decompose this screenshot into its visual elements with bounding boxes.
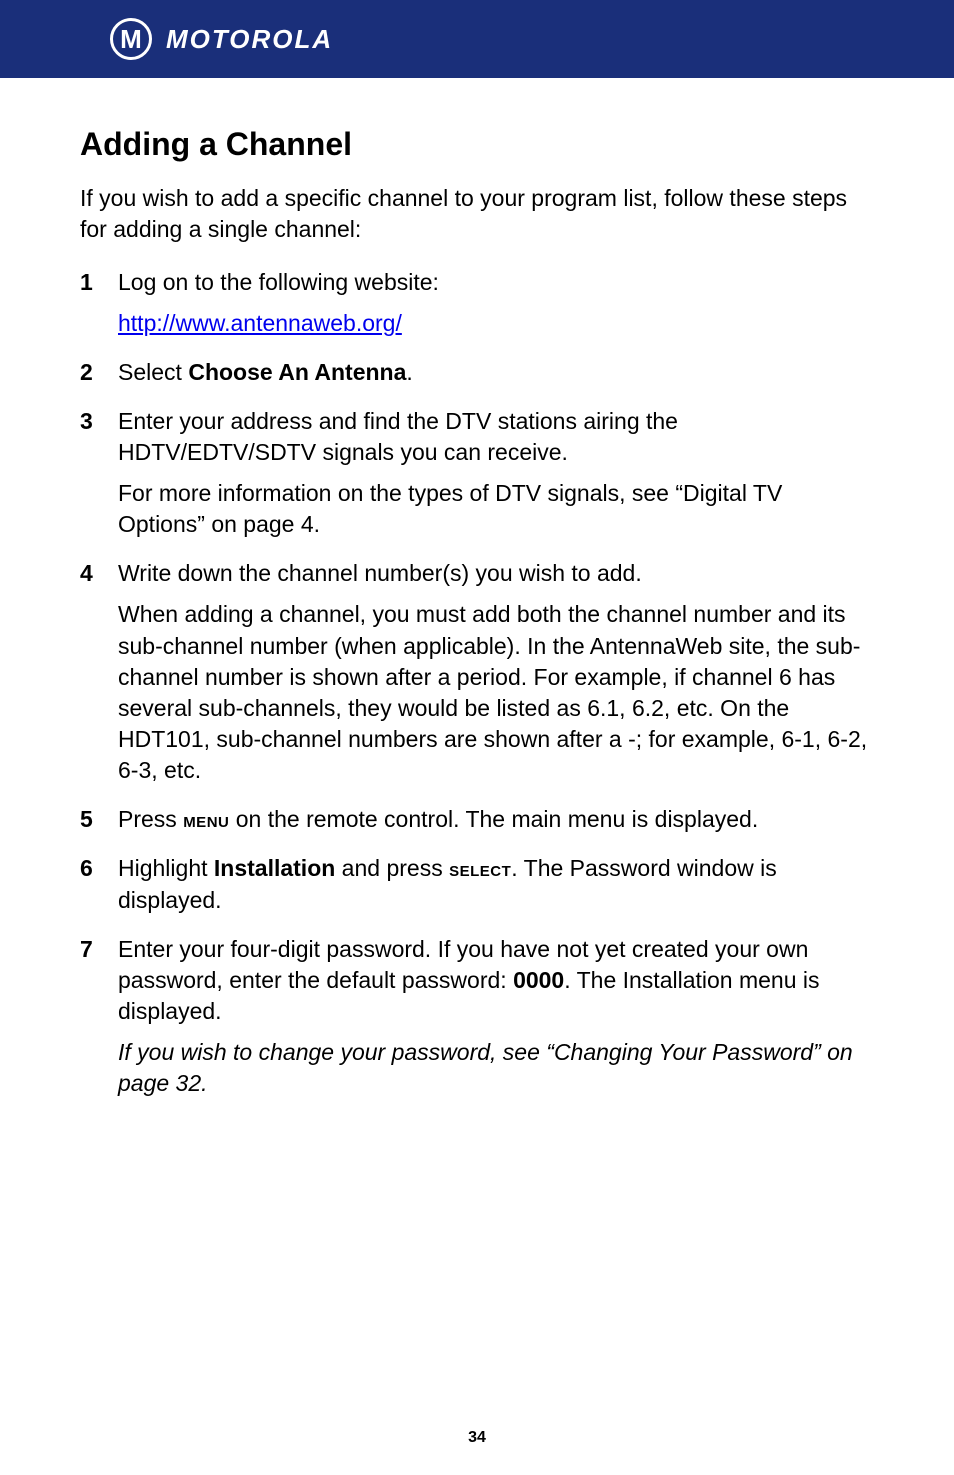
step-6-pre: Highlight <box>118 855 214 881</box>
step-2-bold: Choose An Antenna <box>188 359 406 385</box>
logo-glyph: M <box>120 26 142 52</box>
section-title: Adding a Channel <box>80 126 874 163</box>
step-7-bold: 0000 <box>513 967 564 993</box>
step-3: Enter your address and find the DTV stat… <box>80 406 874 540</box>
intro-paragraph: If you wish to add a specific channel to… <box>80 183 874 245</box>
step-5-pre: Press <box>118 806 183 832</box>
step-5-menu-key: menu <box>183 809 229 832</box>
page-number: 34 <box>0 1429 954 1447</box>
step-5: Press menu on the remote control. The ma… <box>80 804 874 836</box>
step-6-bold: Installation <box>214 855 335 881</box>
step-4-p1: Write down the channel number(s) you wis… <box>118 560 642 586</box>
step-2-pre: Select <box>118 359 188 385</box>
motorola-batwing-icon: M <box>110 18 152 60</box>
step-6-select-key: select <box>449 858 511 881</box>
step-4: Write down the channel number(s) you wis… <box>80 558 874 785</box>
brand-logo: M MOTOROLA <box>110 18 333 60</box>
step-6: Highlight Installation and press select.… <box>80 853 874 916</box>
step-3-p1: Enter your address and find the DTV stat… <box>118 408 678 465</box>
step-7-note: If you wish to change your password, see… <box>118 1037 874 1099</box>
step-4-p2: When adding a channel, you must add both… <box>118 599 874 785</box>
step-2: Select Choose An Antenna. <box>80 357 874 388</box>
step-7: Enter your four-digit password. If you h… <box>80 934 874 1099</box>
page: M MOTOROLA Adding a Channel If you wish … <box>0 0 954 1475</box>
brand-wordmark: MOTOROLA <box>166 24 333 55</box>
header-bar: M MOTOROLA <box>0 0 954 78</box>
step-6-mid: and press <box>335 855 449 881</box>
steps-list: Log on to the following website: http://… <box>80 267 874 1099</box>
step-5-post: on the remote control. The main menu is … <box>229 806 758 832</box>
step-1: Log on to the following website: http://… <box>80 267 874 339</box>
step-3-p2: For more information on the types of DTV… <box>118 478 874 540</box>
antennaweb-link[interactable]: http://www.antennaweb.org/ <box>118 310 402 336</box>
step-1-text: Log on to the following website: <box>118 269 439 295</box>
step-2-post: . <box>406 359 412 385</box>
content-area: Adding a Channel If you wish to add a sp… <box>0 78 954 1099</box>
